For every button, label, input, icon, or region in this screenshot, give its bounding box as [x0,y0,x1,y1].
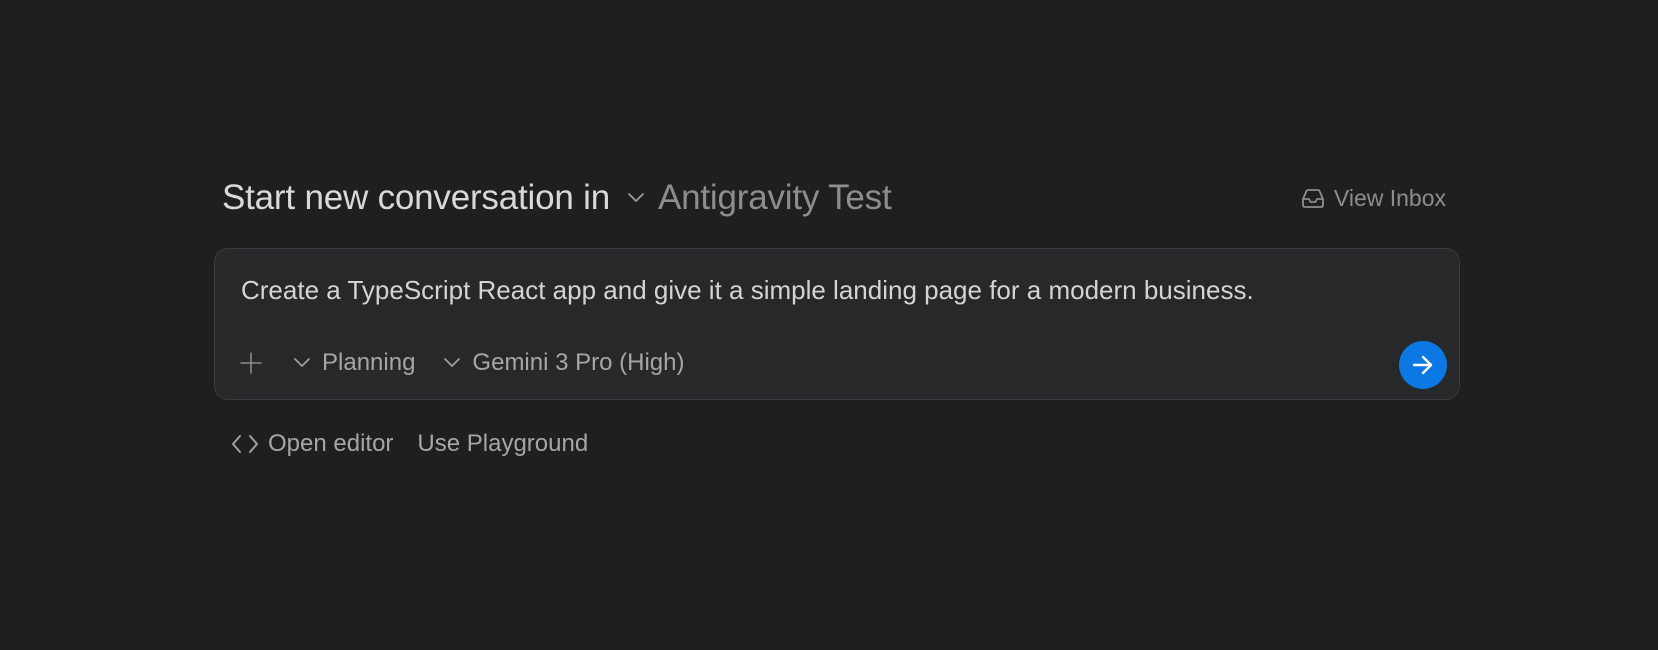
chevron-down-icon [628,193,644,202]
view-inbox-button[interactable]: View Inbox [1299,184,1446,212]
mode-dropdown[interactable]: Planning [293,349,415,377]
prompt-composer[interactable]: Create a TypeScript React app and give i… [214,248,1460,400]
send-button[interactable] [1399,341,1447,389]
code-brackets-icon [232,435,258,453]
composer-toolbar: Planning Gemini 3 Pro (High) [239,343,712,383]
arrow-right-icon [1412,355,1433,375]
conversation-header: Start new conversation in Antigravity Te… [222,172,1446,224]
open-editor-button[interactable]: Open editor [230,430,393,458]
prompt-input[interactable]: Create a TypeScript React app and give i… [241,275,1254,306]
model-dropdown[interactable]: Gemini 3 Pro (High) [443,349,684,377]
page-title: Start new conversation in [222,178,610,217]
footer-actions: Open editor Use Playground [230,426,612,462]
chevron-down-icon [294,358,310,367]
mode-label: Planning [322,349,416,376]
view-inbox-label: View Inbox [1333,184,1446,211]
open-editor-label: Open editor [268,430,394,457]
model-label: Gemini 3 Pro (High) [472,349,685,376]
workspace-name: Antigravity Test [657,178,892,217]
plus-icon [240,352,262,374]
use-playground-label: Use Playground [417,430,589,457]
chevron-down-icon [444,358,461,367]
use-playground-button[interactable]: Use Playground [417,430,588,458]
inbox-icon [1302,189,1324,208]
add-context-button[interactable] [239,351,263,375]
workspace-selector[interactable]: Antigravity Test [626,178,892,218]
new-conversation-screen: Start new conversation in Antigravity Te… [0,0,1658,650]
